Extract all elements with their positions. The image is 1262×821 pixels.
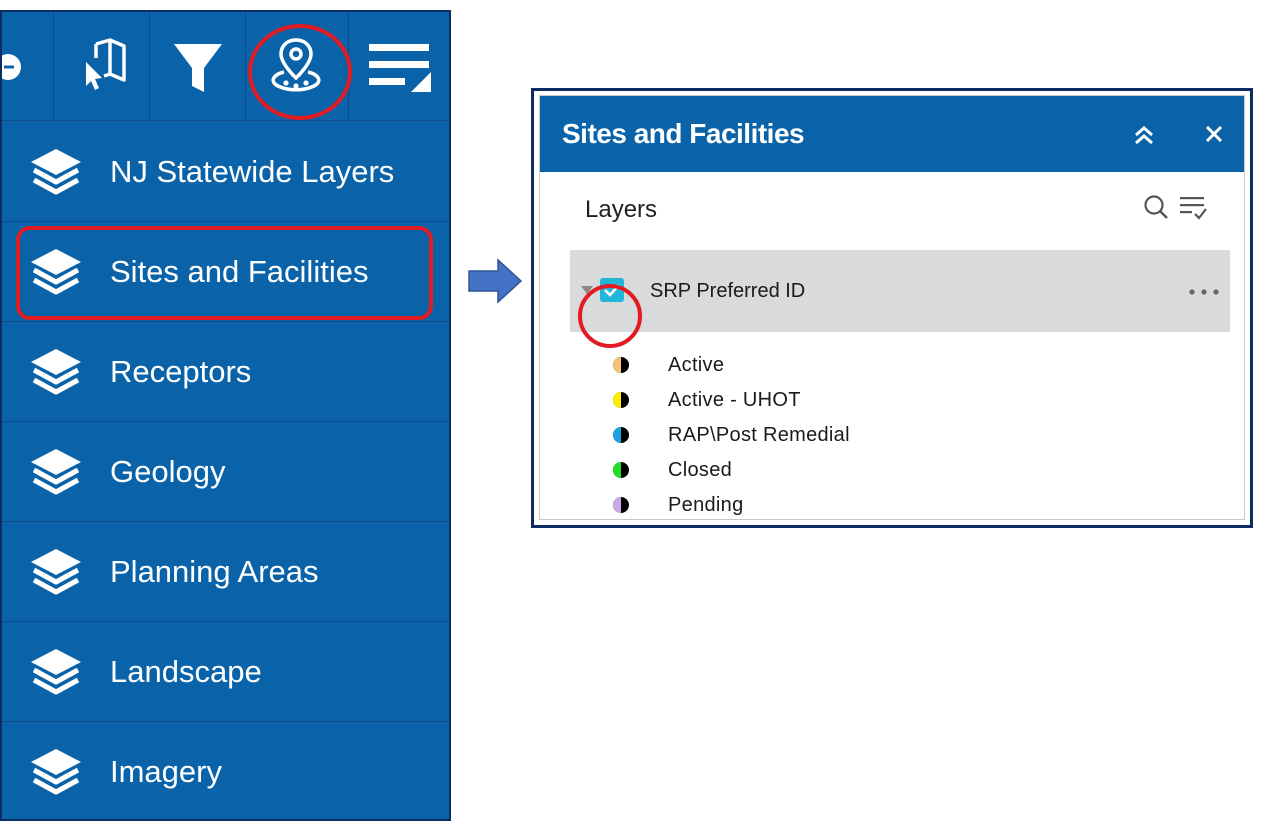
panel-body: Sites and Facilities Layers SRP Preferre… xyxy=(539,95,1245,520)
sidebar-panel: NJ Statewide Layers Sites and Facilities R… xyxy=(0,10,451,821)
legend-item: RAP\Post Remedial xyxy=(612,418,1012,452)
layer-row[interactable]: SRP Preferred ID xyxy=(570,250,1230,332)
sidebar-item-4[interactable]: Planning Areas xyxy=(2,522,449,622)
sidebar-item-1[interactable]: Sites and Facilities xyxy=(2,222,449,322)
filter-icon xyxy=(174,44,222,92)
more-options-icon[interactable] xyxy=(1188,288,1220,296)
layers-icon xyxy=(31,449,81,495)
legend-swatch-icon xyxy=(613,392,629,408)
sidebar-item-5[interactable]: Landscape xyxy=(2,622,449,722)
partial-circle-icon xyxy=(2,54,21,80)
legend-swatch-icon xyxy=(613,427,629,443)
right-arrow-icon xyxy=(468,258,522,304)
sidebar-item-label: Geology xyxy=(110,454,226,489)
legend-label: RAP\Post Remedial xyxy=(668,424,850,446)
expand-caret-icon[interactable] xyxy=(581,286,593,294)
sidebar-item-3[interactable]: Geology xyxy=(2,422,449,522)
sidebar-item-label: Imagery xyxy=(110,754,222,789)
legend-item: Closed xyxy=(612,453,1012,487)
legend-swatch-icon xyxy=(613,357,629,373)
panel-header: Sites and Facilities xyxy=(540,96,1244,172)
legend-label: Active xyxy=(668,354,725,376)
select-map-icon xyxy=(86,38,126,90)
sites-location-button[interactable] xyxy=(246,12,349,120)
legend-item: Active - UHOT xyxy=(612,383,1012,417)
legend-swatch-icon xyxy=(613,497,629,513)
legend-swatch-icon xyxy=(613,462,629,478)
search-icon[interactable] xyxy=(1143,194,1169,220)
layer-list-icon xyxy=(369,44,431,92)
sidebar-item-label: Sites and Facilities xyxy=(110,254,369,289)
layers-icon xyxy=(31,349,81,395)
filter-button[interactable] xyxy=(150,12,246,120)
sidebar-item-label: NJ Statewide Layers xyxy=(110,154,395,189)
legend-item: Active xyxy=(612,348,1012,382)
layer-visibility-checkbox[interactable] xyxy=(600,278,624,302)
layers-icon xyxy=(31,549,81,595)
location-pin-icon xyxy=(271,38,321,92)
toolbar-partial-button[interactable] xyxy=(2,12,54,120)
sidebar-item-label: Receptors xyxy=(110,354,252,389)
sidebar-item-label: Planning Areas xyxy=(110,554,319,589)
sidebar-item-0[interactable]: NJ Statewide Layers xyxy=(2,122,449,222)
collapse-icon[interactable] xyxy=(1133,124,1155,146)
legend-item: Pending xyxy=(612,488,1012,522)
layers-heading: Layers xyxy=(585,196,658,223)
sidebar-toolbar xyxy=(2,12,449,121)
panel-title: Sites and Facilities xyxy=(562,118,805,149)
checkmark-icon xyxy=(604,284,620,297)
layer-list-button[interactable] xyxy=(349,12,449,120)
sidebar-item-label: Landscape xyxy=(110,654,262,689)
layer-options-icon[interactable] xyxy=(1178,194,1208,222)
sidebar-item-6[interactable]: Imagery xyxy=(2,722,449,819)
select-on-map-button[interactable] xyxy=(54,12,150,120)
layer-name: SRP Preferred ID xyxy=(650,280,806,302)
layers-icon xyxy=(31,649,81,695)
layers-icon xyxy=(31,749,81,795)
legend-label: Pending xyxy=(668,494,744,516)
close-icon[interactable] xyxy=(1205,125,1223,143)
sites-facilities-panel: Sites and Facilities Layers SRP Preferre… xyxy=(531,88,1253,528)
sidebar-item-2[interactable]: Receptors xyxy=(2,322,449,422)
layers-icon xyxy=(31,149,81,195)
legend-label: Closed xyxy=(668,459,733,481)
legend-label: Active - UHOT xyxy=(668,389,801,411)
layers-icon xyxy=(31,249,81,295)
